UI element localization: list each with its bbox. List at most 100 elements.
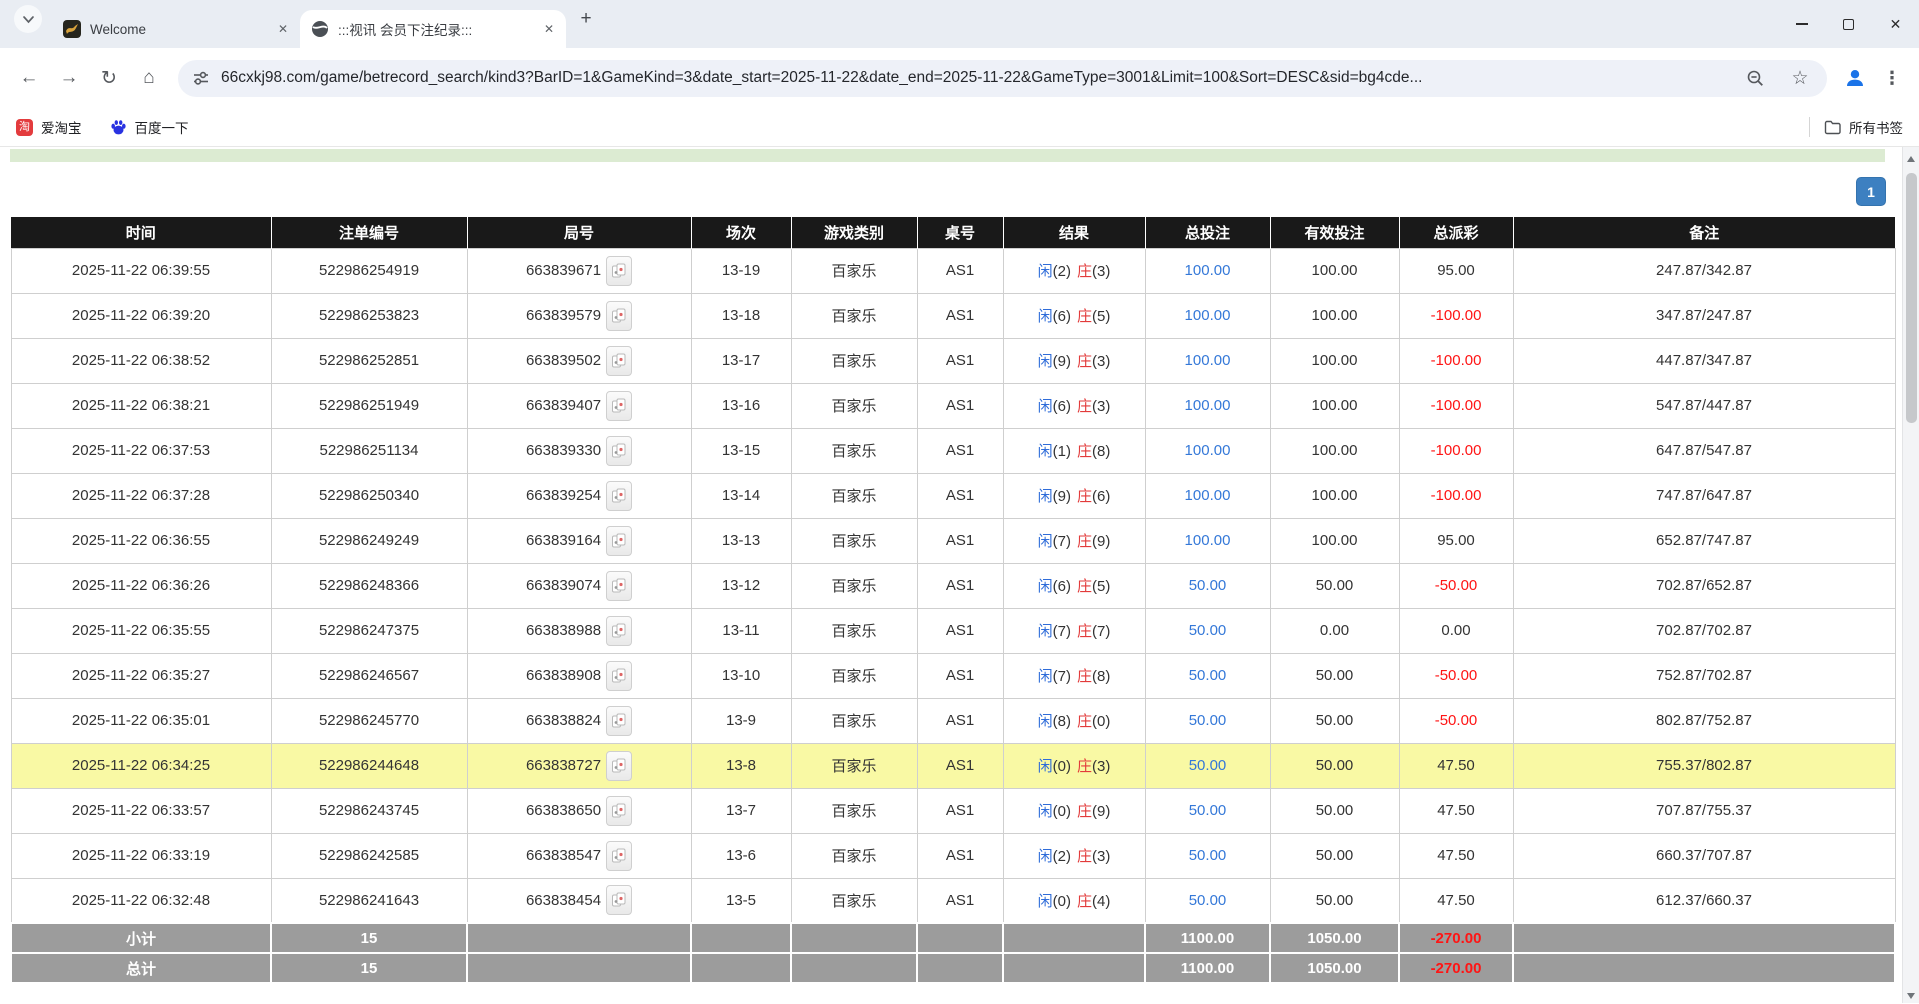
back-button[interactable]: ← [10, 59, 48, 97]
cell-total-bet-link[interactable]: 100.00 [1185, 442, 1231, 459]
table-row: 2025-11-22 06:33:19 522986242585 6638385… [11, 833, 1895, 878]
site-settings-icon[interactable] [192, 69, 210, 87]
result-banker-label: 庄 [1077, 848, 1092, 865]
bookmark-baidu[interactable]: 百度一下 [110, 117, 189, 137]
cell-total-bet-link[interactable]: 100.00 [1185, 487, 1231, 504]
game-result-card-icon[interactable] [606, 526, 632, 556]
cell-total-bet-link[interactable]: 100.00 [1185, 262, 1231, 279]
home-button[interactable]: ⌂ [130, 59, 168, 97]
cell-total-bet-link[interactable]: 50.00 [1189, 802, 1227, 819]
cell-round-number: 663839671 [526, 262, 601, 279]
cell-bet-id: 522986245770 [271, 698, 467, 743]
game-result-card-icon[interactable] [606, 841, 632, 871]
cell-time: 2025-11-22 06:36:26 [11, 563, 271, 608]
cell-total-bet-link[interactable]: 100.00 [1185, 352, 1231, 369]
cell-game-type: 百家乐 [791, 383, 917, 428]
cell-total-bet-link[interactable]: 50.00 [1189, 892, 1227, 909]
result-banker-label: 庄 [1077, 443, 1092, 460]
grand-total-valid-bet: 1050.00 [1270, 953, 1399, 983]
game-result-card-icon[interactable] [606, 301, 632, 331]
game-result-card-icon[interactable] [606, 796, 632, 826]
minimize-button[interactable] [1778, 0, 1825, 48]
table-row: 2025-11-22 06:35:55 522986247375 6638389… [11, 608, 1895, 653]
result-banker-score: (9) [1092, 533, 1110, 550]
game-result-card-icon[interactable] [606, 571, 632, 601]
cell-session: 13-8 [691, 743, 791, 788]
pagination-page-1[interactable]: 1 [1856, 177, 1886, 206]
game-result-card-icon[interactable] [606, 346, 632, 376]
cell-valid-bet: 50.00 [1270, 878, 1399, 923]
cell-payout: 47.50 [1399, 788, 1513, 833]
cell-time: 2025-11-22 06:35:01 [11, 698, 271, 743]
result-banker-label: 庄 [1077, 623, 1092, 640]
cell-note: 747.87/647.87 [1513, 473, 1895, 518]
tab-welcome[interactable]: Welcome ✕ [52, 10, 300, 48]
globe-icon [311, 20, 329, 38]
subtotal-total-bet: 1100.00 [1145, 923, 1270, 953]
game-result-card-icon[interactable] [606, 885, 632, 915]
browser-menu-button[interactable]: ⋮ [1875, 61, 1909, 95]
game-result-card-icon[interactable] [606, 661, 632, 691]
cell-total-bet-link[interactable]: 50.00 [1189, 712, 1227, 729]
subtotal-payout: -270.00 [1399, 923, 1513, 953]
close-button[interactable]: ✕ [1872, 0, 1919, 48]
cell-round-number: 663838908 [526, 667, 601, 684]
page-scrollbar[interactable] [1902, 147, 1919, 1003]
result-banker-label: 庄 [1077, 893, 1092, 910]
cell-note: 347.87/247.87 [1513, 293, 1895, 338]
zoom-out-indicator-icon[interactable] [1738, 61, 1772, 95]
game-result-card-icon[interactable] [606, 706, 632, 736]
column-header: 备注 [1513, 217, 1895, 248]
tab-close-icon[interactable]: ✕ [540, 20, 558, 38]
tab-close-icon[interactable]: ✕ [274, 20, 292, 38]
scroll-down-icon[interactable] [1907, 993, 1915, 999]
profile-avatar[interactable] [1837, 60, 1873, 96]
cell-result: 闲(9)庄(6) [1003, 473, 1145, 518]
cell-total-bet-link[interactable]: 50.00 [1189, 577, 1227, 594]
game-result-card-icon[interactable] [606, 616, 632, 646]
cell-total-bet-link[interactable]: 100.00 [1185, 532, 1231, 549]
cell-total-bet-link[interactable]: 50.00 [1189, 667, 1227, 684]
cell-total-bet-link[interactable]: 100.00 [1185, 307, 1231, 324]
maximize-button[interactable] [1825, 0, 1872, 48]
url-text[interactable]: 66cxkj98.com/game/betrecord_search/kind3… [221, 69, 1727, 87]
result-player-score: (7) [1053, 623, 1071, 640]
tab-search-button[interactable] [14, 5, 42, 33]
cell-session: 13-18 [691, 293, 791, 338]
cell-result: 闲(0)庄(3) [1003, 743, 1145, 788]
bookmark-star-icon[interactable]: ☆ [1783, 61, 1817, 95]
cell-bet-id: 522986252851 [271, 338, 467, 383]
cell-note: 707.87/755.37 [1513, 788, 1895, 833]
forward-button[interactable]: → [50, 59, 88, 97]
cell-table: AS1 [917, 518, 1003, 563]
cell-bet-id: 522986250340 [271, 473, 467, 518]
column-header: 总投注 [1145, 217, 1270, 248]
tab-bet-records[interactable]: :::视讯 会员下注纪录::: ✕ [300, 10, 566, 48]
game-result-card-icon[interactable] [606, 391, 632, 421]
scroll-up-icon[interactable] [1907, 156, 1915, 162]
cell-result: 闲(7)庄(9) [1003, 518, 1145, 563]
result-player-score: (9) [1053, 353, 1071, 370]
bookmark-taobao[interactable]: 淘 爱淘宝 [16, 117, 82, 137]
cell-note: 755.37/802.87 [1513, 743, 1895, 788]
subtotal-label: 小计 [11, 923, 271, 953]
game-result-card-icon[interactable] [606, 256, 632, 286]
result-player-label: 闲 [1038, 758, 1053, 775]
cell-payout: -100.00 [1399, 338, 1513, 383]
cell-total-bet-link[interactable]: 50.00 [1189, 622, 1227, 639]
game-result-card-icon[interactable] [606, 436, 632, 466]
address-bar[interactable]: 66cxkj98.com/game/betrecord_search/kind3… [178, 60, 1827, 97]
table-row: 2025-11-22 06:37:53 522986251134 6638393… [11, 428, 1895, 473]
all-bookmarks-button[interactable]: 所有书签 [1824, 117, 1903, 137]
game-result-card-icon[interactable] [606, 751, 632, 781]
person-icon [1843, 66, 1867, 90]
cell-round-number: 663839502 [526, 352, 601, 369]
scrollbar-thumb[interactable] [1906, 173, 1917, 423]
cell-total-bet-link[interactable]: 100.00 [1185, 397, 1231, 414]
reload-button[interactable]: ↻ [90, 59, 128, 97]
cell-total-bet-link[interactable]: 50.00 [1189, 847, 1227, 864]
new-tab-button[interactable]: + [572, 5, 600, 33]
cell-total-bet-link[interactable]: 50.00 [1189, 757, 1227, 774]
result-banker-score: (8) [1092, 443, 1110, 460]
game-result-card-icon[interactable] [606, 481, 632, 511]
